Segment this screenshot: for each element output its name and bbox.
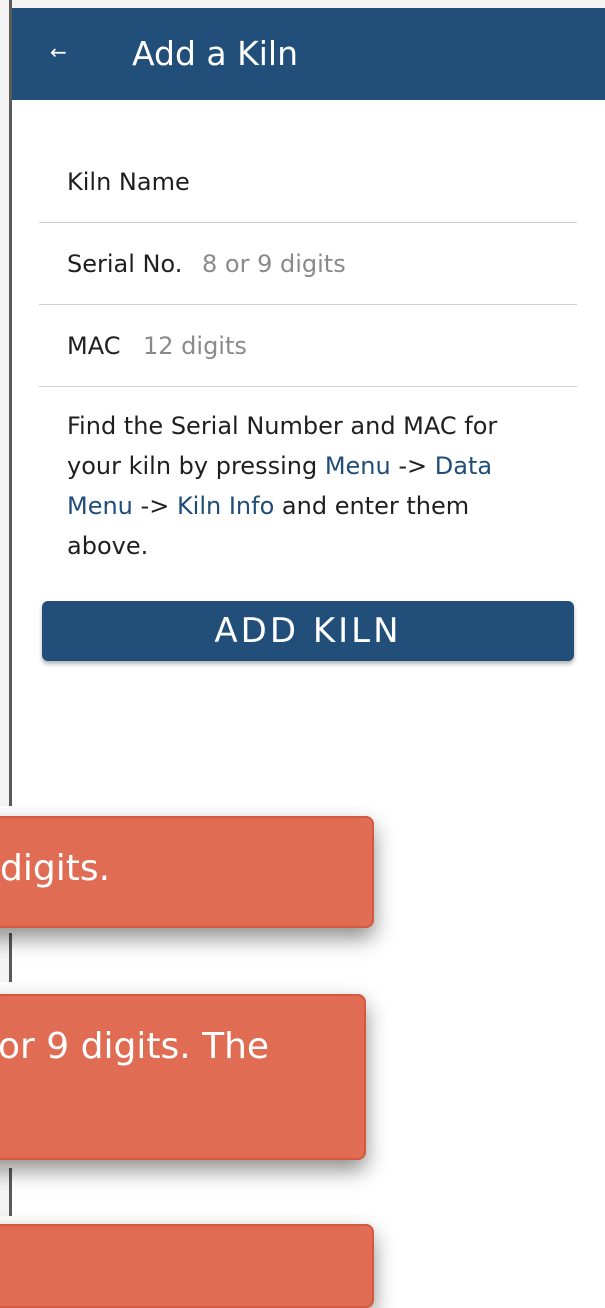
- toast-container: or 9 digits. The: [0, 982, 378, 1168]
- link-menu[interactable]: Menu: [325, 452, 391, 480]
- serial-number-field[interactable]: Serial No. 8 or 9 digits: [39, 224, 577, 305]
- error-toast[interactable]: [0, 1224, 374, 1308]
- page-title: Add a Kiln: [132, 34, 298, 73]
- help-text: Find the Serial Number and MAC for your …: [67, 406, 537, 566]
- mac-placeholder: 12 digits: [143, 332, 247, 360]
- help-arrow: ->: [132, 492, 177, 520]
- error-toast[interactable]: or 9 digits. The: [0, 994, 366, 1160]
- toast-message: digits.: [0, 848, 111, 889]
- toast-message: or 9 digits. The: [0, 1026, 270, 1067]
- toast-container: digits.: [0, 806, 378, 933]
- help-arrow: ->: [390, 452, 435, 480]
- link-kiln-info[interactable]: Kiln Info: [177, 492, 274, 520]
- error-toast[interactable]: digits.: [0, 816, 374, 928]
- arrow-left-icon[interactable]: ←: [50, 40, 70, 64]
- add-kiln-button[interactable]: ADD KILN: [42, 601, 574, 661]
- app-bar: ← Add a Kiln: [12, 8, 605, 100]
- serial-number-placeholder: 8 or 9 digits: [202, 250, 346, 278]
- kiln-name-label: Kiln Name: [67, 168, 190, 196]
- mac-field[interactable]: MAC 12 digits: [39, 306, 577, 387]
- mac-label: MAC: [67, 332, 121, 360]
- kiln-name-field[interactable]: Kiln Name: [39, 142, 577, 223]
- window-top-edge: [0, 0, 605, 8]
- serial-number-label: Serial No.: [67, 250, 183, 278]
- toast-container: [0, 1216, 378, 1308]
